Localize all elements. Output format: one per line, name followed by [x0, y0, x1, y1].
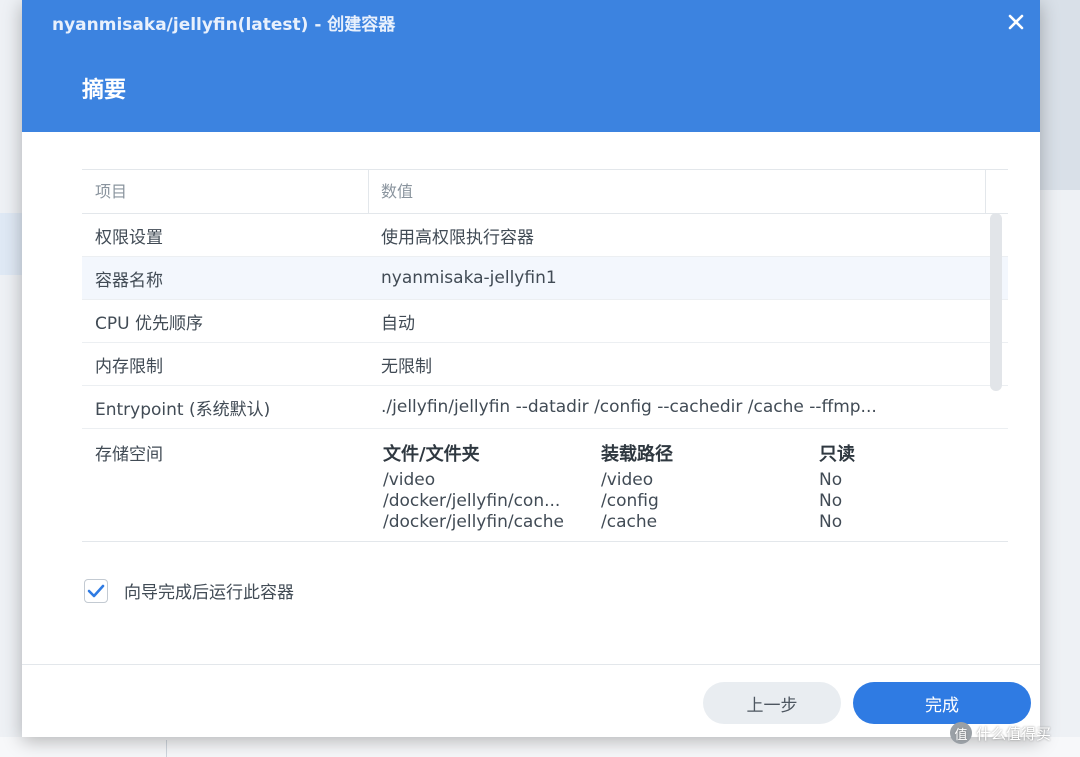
column-header-item[interactable]: 项目: [82, 170, 369, 213]
table-header: 项目 数值: [82, 170, 1008, 214]
close-button[interactable]: [1002, 8, 1030, 36]
row-value: 自动: [381, 313, 415, 334]
finish-button[interactable]: 完成: [853, 682, 1031, 724]
checkbox-box[interactable]: [84, 578, 108, 603]
run-after-wizard-checkbox[interactable]: 向导完成后运行此容器: [84, 578, 294, 603]
column-header-value[interactable]: 数值: [369, 170, 986, 213]
checkbox-label: 向导完成后运行此容器: [124, 583, 294, 603]
row-value: 无限制: [381, 356, 432, 377]
storage-row: 存储空间 文件/文件夹 装载路径 只读 /video /video No /do…: [82, 429, 1008, 542]
storage-entry: /docker/jellyfin/con... /config No: [383, 491, 1008, 512]
row-value: ./jellyfin/jellyfin --datadir /config --…: [381, 397, 877, 417]
row-value: 使用高权限执行容器: [381, 227, 534, 248]
storage-file: /docker/jellyfin/con...: [383, 491, 561, 511]
background-selected-item: [0, 213, 22, 275]
storage-readonly: No: [819, 512, 843, 532]
summary-table: 项目 数值 权限设置 使用高权限执行容器 容器名称 nyanmisaka-jel…: [82, 169, 1008, 543]
row-label: 容器名称: [95, 270, 163, 291]
row-label: 存储空间: [95, 445, 163, 465]
row-label: Entrypoint (系统默认): [95, 399, 271, 420]
close-icon: [1008, 14, 1024, 30]
watermark: 值 什么值得买: [950, 722, 1051, 744]
summary-heading: 摘要: [82, 78, 127, 103]
table-row: 权限设置 使用高权限执行容器: [82, 214, 1008, 257]
table-row: 内存限制 无限制: [82, 343, 1008, 386]
storage-header-readonly: 只读: [819, 444, 855, 465]
storage-file: /video: [383, 470, 436, 490]
background-divider: [166, 740, 167, 757]
dialog-footer: 上一步 完成: [22, 664, 1040, 737]
row-value: nyanmisaka-jellyfin1: [381, 268, 557, 288]
storage-readonly: No: [819, 491, 843, 511]
storage-entry: /video /video No: [383, 470, 1008, 491]
dialog-header: nyanmisaka/jellyfin(latest) - 创建容器 摘要: [22, 0, 1040, 132]
table-row: Entrypoint (系统默认) ./jellyfin/jellyfin --…: [82, 386, 1008, 429]
column-header-spacer: [986, 170, 1008, 213]
create-container-dialog: nyanmisaka/jellyfin(latest) - 创建容器 摘要 项目…: [22, 0, 1040, 737]
dialog-title: nyanmisaka/jellyfin(latest) - 创建容器: [52, 15, 396, 35]
background-bottom: [0, 737, 1080, 757]
table-row: 容器名称 nyanmisaka-jellyfin1: [82, 257, 1008, 300]
storage-mount: /config: [601, 491, 659, 511]
table-scrollbar[interactable]: [990, 213, 1002, 391]
storage-mount: /cache: [601, 512, 658, 532]
background-panel: [1040, 0, 1080, 190]
watermark-text: 什么值得买: [976, 724, 1052, 743]
storage-table: 文件/文件夹 装载路径 只读 /video /video No /docker/…: [369, 429, 1008, 541]
row-label: 内存限制: [95, 356, 163, 377]
storage-header: 文件/文件夹 装载路径 只读: [383, 440, 1008, 470]
storage-readonly: No: [819, 470, 843, 490]
watermark-logo: 值: [950, 722, 972, 744]
previous-button[interactable]: 上一步: [703, 682, 841, 724]
row-label: CPU 优先顺序: [95, 313, 203, 334]
checkmark-icon: [87, 584, 105, 597]
storage-header-file: 文件/文件夹: [383, 444, 480, 465]
storage-file: /docker/jellyfin/cache: [383, 512, 564, 532]
storage-entry: /docker/jellyfin/cache /cache No: [383, 512, 1008, 533]
table-row: CPU 优先顺序 自动: [82, 300, 1008, 343]
row-label: 权限设置: [95, 227, 163, 248]
storage-mount: /video: [601, 470, 654, 490]
storage-header-mount: 装载路径: [601, 444, 673, 465]
